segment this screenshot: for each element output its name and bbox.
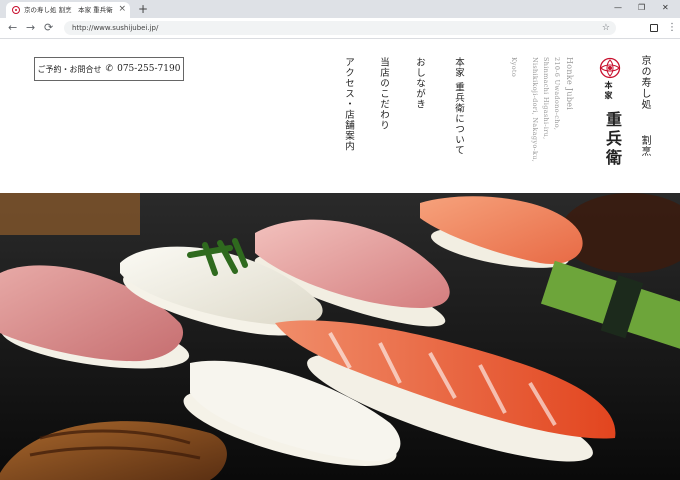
sushi-photo-illustration xyxy=(0,193,680,480)
address-bar[interactable]: http://www.sushijubei.jp/ ☆ xyxy=(64,21,616,35)
reservation-button[interactable]: ご予約・お問合せ ✆ 075-255-7190 xyxy=(34,57,184,81)
nav-about[interactable]: 本家 重兵衛について xyxy=(451,57,465,156)
back-button[interactable]: ← xyxy=(8,18,17,38)
logo-sub-text: 本家 xyxy=(604,81,614,101)
web-page: ご予約・お問合せ ✆ 075-255-7190 本家 重兵衛について おしながき… xyxy=(0,39,680,480)
hero-image xyxy=(0,193,680,480)
address-line-2: Shinmachi Higashi-iru, xyxy=(542,57,550,140)
nav-commitment[interactable]: 当店のこだわり xyxy=(376,57,390,131)
tagline-primary: 京の寿し処 xyxy=(639,55,650,110)
reload-button[interactable]: ⟳ xyxy=(44,18,53,38)
url-text[interactable]: http://www.sushijubei.jp/ xyxy=(72,21,158,35)
reservation-phone: 075-255-7190 xyxy=(117,64,181,74)
tagline-secondary: 割烹 xyxy=(639,135,650,157)
window-minimize-button[interactable]: — xyxy=(614,0,622,16)
tab-close-button[interactable]: × xyxy=(118,3,126,15)
address-name: Honke Jubei xyxy=(565,57,574,111)
nav-menu[interactable]: おしながき xyxy=(412,57,426,110)
browser-menu-button[interactable]: ⋮ xyxy=(667,18,677,38)
nav-access[interactable]: アクセス・店舗案内 xyxy=(341,57,355,152)
browser-tab-active[interactable]: 京の寿し処 割烹 本家 重兵衛 × xyxy=(6,2,130,18)
bookmark-star-icon[interactable]: ☆ xyxy=(602,21,610,35)
new-tab-button[interactable]: + xyxy=(138,0,148,18)
tab-title: 京の寿し処 割烹 本家 重兵衛 xyxy=(24,6,113,14)
favicon-icon xyxy=(12,6,20,14)
browser-toolbar: ← → ⟳ http://www.sushijubei.jp/ ☆ ⋮ xyxy=(0,18,680,39)
logo-title[interactable]: 重兵衛 xyxy=(600,111,624,168)
window-maximize-button[interactable]: ❐ xyxy=(638,0,645,16)
reservation-label: ご予約・お問合せ xyxy=(37,64,102,74)
logo-emblem-icon xyxy=(599,57,621,79)
address-line-3: Nishikikoji-dori, Nakagyo-ku, xyxy=(531,57,539,163)
forward-button[interactable]: → xyxy=(26,18,35,38)
address-line-1: 210-6 Uwadono-cho, xyxy=(553,57,561,131)
address-line-4: Kyoto xyxy=(510,57,518,78)
window-close-button[interactable]: ✕ xyxy=(662,0,669,16)
phone-icon: ✆ xyxy=(105,64,114,74)
extension-icon[interactable] xyxy=(650,24,658,32)
browser-tab-bar: 京の寿し処 割烹 本家 重兵衛 × + — ❐ ✕ xyxy=(0,0,680,18)
